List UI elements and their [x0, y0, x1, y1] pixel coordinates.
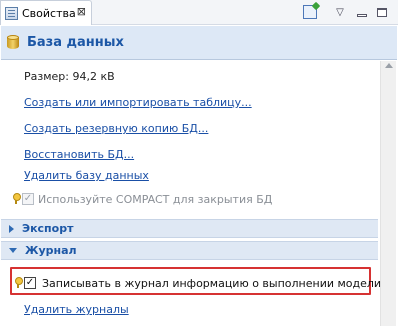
- db-size-label: Размер: 94,2 кВ: [24, 70, 115, 83]
- view-menu-icon[interactable]: ▽: [333, 5, 347, 19]
- scroll-up-icon[interactable]: [385, 63, 393, 68]
- view-tab-bar: Свойства ⊠ ▽: [0, 0, 398, 25]
- tab-properties[interactable]: Свойства ⊠: [0, 0, 92, 25]
- page-title: База данных: [27, 35, 124, 50]
- section-journal-title: Журнал: [25, 244, 77, 257]
- section-journal-header[interactable]: Журнал: [1, 241, 378, 260]
- hint-bulb-icon: [12, 193, 21, 204]
- section-export-title: Экспорт: [22, 222, 74, 235]
- properties-header: База данных: [1, 26, 397, 60]
- delete-logs-link[interactable]: Удалить журналы: [24, 303, 129, 316]
- journal-checkbox[interactable]: ✓: [24, 277, 36, 289]
- compact-label: Используйте COMPACT для закрытия БД: [38, 193, 273, 206]
- vertical-scrollbar[interactable]: [380, 61, 396, 326]
- hint-bulb-icon: [14, 277, 23, 288]
- close-icon[interactable]: ⊠: [77, 5, 86, 18]
- collapse-arrow-icon: [9, 248, 17, 253]
- tab-label: Свойства: [22, 6, 76, 20]
- restore-db-link[interactable]: Восстановить БД...: [24, 148, 134, 161]
- create-table-link[interactable]: Создать или импортировать таблицу...: [24, 96, 252, 109]
- section-export-header[interactable]: Экспорт: [1, 219, 378, 238]
- compact-checkbox: ✓: [22, 193, 34, 205]
- database-icon: [7, 35, 19, 50]
- expand-arrow-icon: [9, 224, 14, 233]
- journal-option-label[interactable]: Записывать в журнал информацию о выполне…: [42, 277, 381, 290]
- pin-icon[interactable]: [303, 5, 317, 19]
- maximize-icon[interactable]: [375, 5, 389, 19]
- delete-db-link[interactable]: Удалить базу данных: [24, 169, 149, 182]
- backup-db-link[interactable]: Создать резервную копию БД...: [24, 122, 208, 135]
- minimize-icon[interactable]: [355, 5, 369, 19]
- properties-icon: [5, 6, 18, 20]
